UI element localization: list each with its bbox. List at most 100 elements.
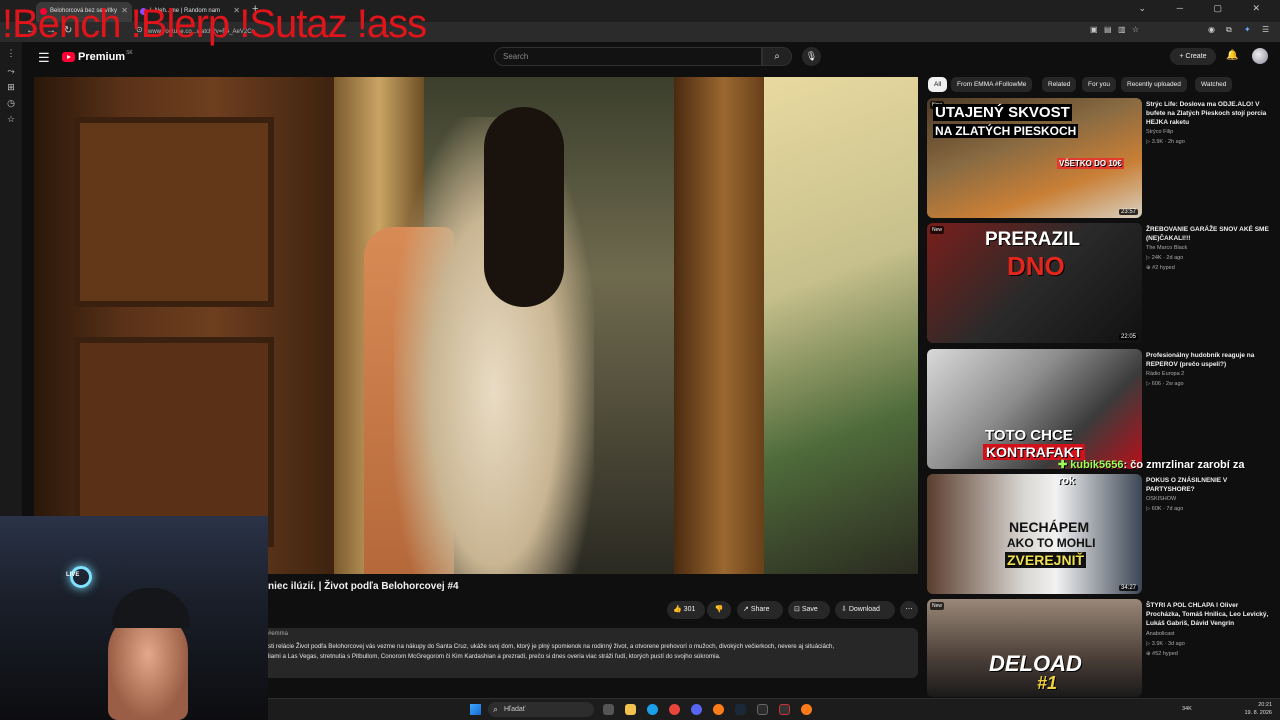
hamburger-menu-icon[interactable]: ☰ bbox=[38, 50, 50, 66]
recommendation-channel[interactable]: The Marco Black bbox=[1146, 245, 1187, 251]
search-button[interactable]: ⌕ bbox=[762, 47, 792, 66]
thumbnail-text: VŠETKO DO 10€ bbox=[1057, 158, 1124, 169]
windows-start-icon[interactable] bbox=[470, 704, 481, 715]
bookmark-icon: ⊡ bbox=[794, 606, 802, 613]
recommendation-title[interactable]: ŽREBOVANIE GARÁŽE SNOV AKÉ SME (NE)ČAKAL… bbox=[1146, 225, 1270, 243]
video-frame-panel bbox=[74, 117, 274, 307]
recommendation-meta: ▷ 3.9K · 3d ago bbox=[1146, 641, 1185, 647]
logo-region: SK bbox=[126, 50, 133, 56]
streamer-webcam: LIVE bbox=[0, 516, 268, 720]
screen: Belohorcová bez servítky ✕ L Neh...me | … bbox=[0, 0, 1280, 720]
file-explorer-icon[interactable] bbox=[625, 704, 636, 715]
thumbnail-text: NECHÁPEM bbox=[1009, 519, 1090, 535]
hyped-badge: ⊕ #2 hyped bbox=[1146, 265, 1175, 271]
thumbnail-text: ZVEREJNIŤ bbox=[1005, 552, 1087, 568]
new-badge: New bbox=[930, 602, 945, 610]
download-label: Download bbox=[848, 606, 880, 613]
save-label: Save bbox=[801, 606, 818, 613]
description-line: liami a Las Vegas, stretnutia s Pitbullo… bbox=[268, 653, 721, 660]
video-thumbnail[interactable]: New DELOAD #1 bbox=[927, 599, 1142, 697]
rail-history-icon[interactable]: ◷ bbox=[6, 98, 16, 108]
system-tray-clock[interactable]: 20:21 19. 8. 2026 bbox=[1244, 701, 1272, 717]
rail-share-icon[interactable]: ⤳ bbox=[6, 66, 16, 76]
share-label: Share bbox=[750, 606, 770, 613]
recommendation-channel[interactable]: Strýco Filip bbox=[1146, 129, 1173, 135]
account-avatar[interactable] bbox=[1252, 48, 1268, 64]
dislike-button[interactable]: 👎 bbox=[707, 601, 731, 619]
thumbnail-text: DNO bbox=[1007, 251, 1065, 281]
chrome-icon[interactable] bbox=[669, 704, 680, 715]
more-actions-button[interactable]: ⋯ bbox=[900, 601, 918, 619]
description-hashtag[interactable]: #emma bbox=[268, 631, 288, 637]
recommendation-title[interactable]: POKUS O ZNÁSILNENIE V PARTYSHORE? bbox=[1146, 476, 1270, 494]
stream-command-overlay: !Bench !Blerp !Sutaz !ass bbox=[2, 2, 427, 46]
recommendation-title[interactable]: ŠTYRI A POL CHLAPA I Oliver Procházka, T… bbox=[1146, 601, 1270, 628]
steam-icon[interactable] bbox=[735, 704, 746, 715]
youtube-premium-logo[interactable]: Premium SK bbox=[62, 50, 133, 63]
chip-related[interactable]: Related bbox=[1042, 77, 1077, 92]
task-view-icon[interactable] bbox=[603, 704, 614, 715]
download-button[interactable]: ⇩ Download bbox=[835, 601, 895, 619]
profile-icon[interactable]: ◉ bbox=[1208, 25, 1215, 34]
chip-for-you[interactable]: For you bbox=[1082, 77, 1117, 92]
recommendation-channel[interactable]: OSKISHOW bbox=[1146, 496, 1176, 502]
app-icon[interactable] bbox=[779, 704, 790, 715]
like-count: 301 bbox=[683, 606, 696, 613]
recommendation-channel[interactable]: Anabolicast bbox=[1146, 631, 1174, 637]
rail-favorites-icon[interactable]: ☆ bbox=[6, 114, 16, 124]
video-thumbnail[interactable]: TOTO CHCE KONTRAFAKT bbox=[927, 349, 1142, 469]
rail-save-icon[interactable]: ⊞ bbox=[6, 82, 16, 92]
chip-recently-uploaded[interactable]: Recently uploaded bbox=[1121, 77, 1187, 92]
youtube-play-icon bbox=[62, 52, 75, 62]
voice-search-button[interactable]: 🎙 bbox=[802, 47, 821, 66]
extension-icon[interactable]: ▣ bbox=[1090, 25, 1098, 34]
video-frame-figure bbox=[484, 107, 564, 307]
chat-badge-icon: ✚ bbox=[1058, 459, 1068, 471]
video-thumbnail[interactable]: New UTAJENÝ SKVOST NA ZLATÝCH PIESKOCH V… bbox=[927, 98, 1142, 218]
obs-icon[interactable] bbox=[757, 704, 768, 715]
bookmark-star-icon[interactable]: ☆ bbox=[1132, 25, 1139, 34]
recommendation-item[interactable]: New UTAJENÝ SKVOST NA ZLATÝCH PIESKOCH V… bbox=[927, 98, 1272, 218]
chip-watched[interactable]: Watched bbox=[1195, 77, 1233, 92]
extension-icon[interactable]: ▥ bbox=[1118, 25, 1126, 34]
create-button[interactable]: + Create bbox=[1170, 48, 1216, 65]
extension-icon[interactable]: ▤ bbox=[1104, 25, 1112, 34]
video-thumbnail[interactable]: NECHÁPEM AKO TO MOHLI ZVEREJNIŤ 34:27 bbox=[927, 474, 1142, 594]
chip-all[interactable]: All bbox=[928, 77, 948, 92]
microphone-icon: 🎙 bbox=[805, 51, 818, 61]
video-frame-window bbox=[764, 77, 918, 574]
chat-text: : čo zmrzlinar zarobí za bbox=[1123, 459, 1245, 471]
notifications-bell-icon[interactable]: 🔔 bbox=[1226, 50, 1238, 61]
recommendation-title[interactable]: Profesionálny hudobník reaguje na REPERO… bbox=[1146, 351, 1270, 369]
discord-icon[interactable] bbox=[691, 704, 702, 715]
firefox-icon[interactable] bbox=[713, 704, 724, 715]
recommendation-channel[interactable]: Rádio Europa 2 bbox=[1146, 371, 1184, 377]
firefox-icon[interactable] bbox=[801, 704, 812, 715]
recommendation-item[interactable]: TOTO CHCE KONTRAFAKT Profesionálny hudob… bbox=[927, 349, 1272, 469]
recommendation-item[interactable]: New PRERAZIL DNO 22:05 ŽREBOVANIE GARÁŽE… bbox=[927, 223, 1272, 343]
recommendation-title[interactable]: Strýc Life: Doslova ma ODJE.ALO! V bufet… bbox=[1146, 100, 1270, 127]
video-thumbnail[interactable]: New PRERAZIL DNO 22:05 bbox=[927, 223, 1142, 343]
recommendation-item[interactable]: NECHÁPEM AKO TO MOHLI ZVEREJNIŤ 34:27 PO… bbox=[927, 474, 1272, 594]
recommendation-item[interactable]: New DELOAD #1 ŠTYRI A POL CHLAPA I Olive… bbox=[927, 599, 1272, 697]
menu-icon[interactable]: ☰ bbox=[1262, 25, 1269, 34]
window-controls[interactable]: ⌄ ─ ▢ ✕ bbox=[1139, 3, 1274, 14]
like-button[interactable]: 👍 301 bbox=[667, 601, 705, 619]
live-sign: LIVE bbox=[66, 572, 80, 578]
thumbs-up-icon: 👍 bbox=[673, 606, 684, 613]
extensions-puzzle-icon[interactable]: ⧉ bbox=[1226, 25, 1232, 35]
save-button[interactable]: ⊡ Save bbox=[788, 601, 830, 619]
search-input[interactable]: Search bbox=[494, 47, 762, 66]
share-button[interactable]: ↗ Share bbox=[737, 601, 783, 619]
video-duration: 34:27 bbox=[1118, 585, 1138, 591]
thumbnail-text: TOTO CHCE bbox=[985, 427, 1073, 444]
video-player[interactable] bbox=[34, 77, 918, 574]
taskbar-search[interactable]: Hľadať bbox=[488, 702, 594, 717]
edge-icon[interactable] bbox=[647, 704, 658, 715]
logo-word: Premium bbox=[78, 51, 126, 63]
chip-from-channel[interactable]: From EMMA #FollowMe bbox=[951, 77, 1033, 92]
rail-menu-icon[interactable]: ⋮ bbox=[6, 48, 16, 58]
copilot-icon[interactable]: ✦ bbox=[1244, 25, 1251, 34]
thumbnail-text: DELOAD bbox=[989, 651, 1082, 676]
browser-side-rail: ⋮ ⤳ ⊞ ◷ ☆ bbox=[0, 42, 22, 516]
